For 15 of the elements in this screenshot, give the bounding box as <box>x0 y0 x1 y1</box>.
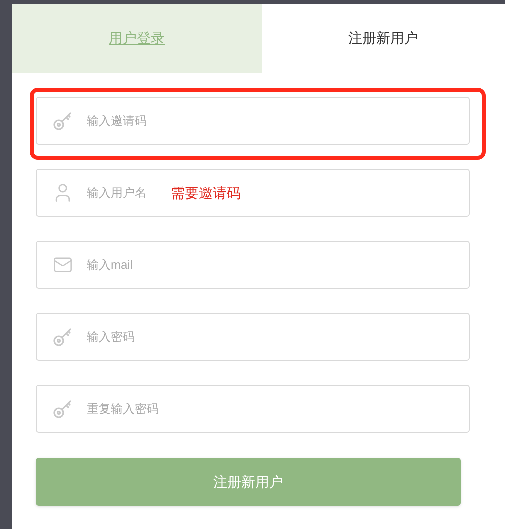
input-field[interactable]: 输入邀请码 <box>36 97 470 145</box>
key-icon <box>53 111 73 131</box>
input-field[interactable]: 输入邀请码 <box>87 112 469 130</box>
key-icon <box>53 327 73 347</box>
input-field[interactable]: 输入mail <box>87 256 469 274</box>
input-field[interactable]: 输入mail <box>36 241 470 289</box>
key-icon <box>53 399 73 419</box>
input-field[interactable]: 重复输入密码 <box>36 385 470 433</box>
input-field[interactable]: 输入密码 <box>87 328 469 346</box>
warning-text: 需要邀请码 <box>171 184 241 202</box>
mail-icon <box>53 255 73 275</box>
input-field[interactable]: 输入密码 <box>36 313 470 361</box>
input-field[interactable]: 输入用户名 <box>87 184 159 202</box>
input-field[interactable]: 重复输入密码 <box>87 400 469 418</box>
input-field[interactable]: 输入用户名 需要邀请码 <box>36 169 470 217</box>
